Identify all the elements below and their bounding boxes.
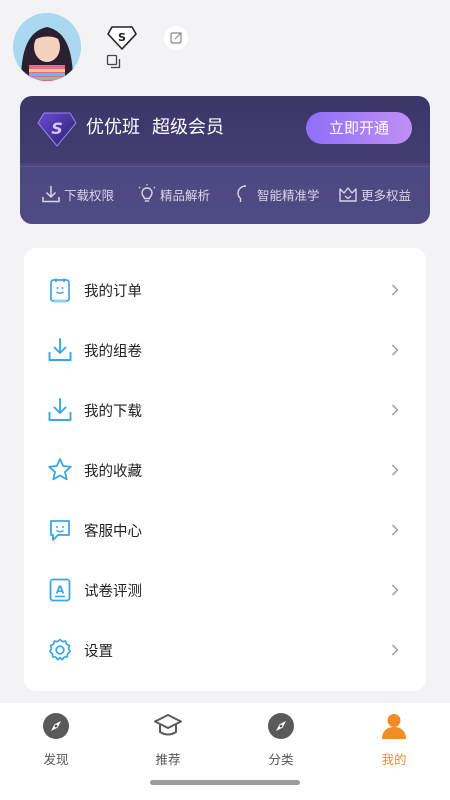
chevron-right-icon <box>392 644 399 656</box>
chevron-right-icon <box>392 524 399 536</box>
lightbulb-icon <box>138 184 156 202</box>
menu-label: 我的下载 <box>84 403 142 420</box>
menu-item-favorites[interactable]: 我的收藏 <box>24 440 426 500</box>
open-vip-button[interactable]: 立即开通 <box>306 112 412 144</box>
chevron-right-icon <box>392 344 399 356</box>
gear-icon <box>49 638 71 661</box>
vip-title: 优优班 超级会员 <box>86 116 224 140</box>
benefit-label: 更多权益 <box>361 187 412 203</box>
benefit-smart-learning[interactable]: 智能精准学 <box>233 180 320 208</box>
head-profile-icon <box>237 185 247 202</box>
order-clipboard-icon <box>50 278 70 303</box>
download-tray-icon <box>48 338 72 361</box>
tab-label: 我的 <box>381 752 407 767</box>
menu-item-exam-review[interactable]: A 试卷评测 <box>24 560 426 620</box>
copy-icon[interactable] <box>106 54 122 70</box>
tab-label: 发现 <box>43 752 69 767</box>
chevron-right-icon <box>392 404 399 416</box>
tab-label: 推荐 <box>155 752 181 767</box>
benefit-more[interactable]: 更多权益 <box>337 180 411 208</box>
tab-recommend[interactable]: 推荐 <box>128 711 208 771</box>
edit-icon[interactable] <box>164 26 188 50</box>
tab-discover[interactable]: 发现 <box>16 711 96 771</box>
home-indicator[interactable] <box>150 780 300 785</box>
menu-label: 我的收藏 <box>84 463 142 480</box>
benefit-download[interactable]: 下载权限 <box>40 180 114 208</box>
menu-label: 设置 <box>84 643 113 660</box>
menu-item-support[interactable]: 客服中心 <box>24 500 426 560</box>
benefit-label: 精品解析 <box>160 187 211 203</box>
benefit-label: 下载权限 <box>64 187 115 203</box>
menu-label: 我的组卷 <box>84 343 142 360</box>
crown-icon <box>339 187 357 202</box>
menu-label: 试卷评测 <box>84 583 142 600</box>
tab-category[interactable]: 分类 <box>241 711 321 771</box>
compass-icon <box>268 713 294 739</box>
tab-mine[interactable]: 我的 <box>354 711 434 771</box>
svg-text:S: S <box>118 31 126 44</box>
chat-bubble-icon <box>50 520 70 541</box>
exam-paper-icon: A <box>49 578 71 602</box>
person-icon <box>382 714 406 739</box>
vip-card[interactable]: S 优优班 超级会员 立即开通 下载权限 精品解析 智能精准学 更多权益 <box>20 96 430 224</box>
vip-divider <box>20 166 430 167</box>
diamond-s-icon: S <box>107 25 137 51</box>
star-icon <box>48 458 72 481</box>
menu-item-downloads[interactable]: 我的下载 <box>24 380 426 440</box>
menu-item-orders[interactable]: 我的订单 <box>24 260 426 320</box>
vip-benefits: 下载权限 精品解析 智能精准学 更多权益 <box>20 180 430 208</box>
chevron-right-icon <box>392 464 399 476</box>
menu-label: 客服中心 <box>84 523 142 540</box>
benefit-analysis[interactable]: 精品解析 <box>136 180 210 208</box>
menu-item-compose[interactable]: 我的组卷 <box>24 320 426 380</box>
vip-badge-icon: S <box>36 110 78 148</box>
vip-brand: 优优班 <box>86 117 140 138</box>
menu-label: 我的订单 <box>84 283 142 300</box>
tab-label: 分类 <box>268 752 294 767</box>
avatar[interactable] <box>13 13 81 81</box>
chevron-right-icon <box>392 584 399 596</box>
vip-name: 超级会员 <box>152 117 224 138</box>
menu-item-settings[interactable]: 设置 <box>24 620 426 680</box>
download-tray-icon <box>48 398 72 421</box>
download-icon <box>42 186 60 203</box>
bottom-nav: 发现 推荐 分类 我的 <box>0 703 450 800</box>
svg-text:A: A <box>56 584 65 597</box>
compass-icon <box>43 713 69 739</box>
menu-card: 我的订单 我的组卷 我的下载 我的收藏 客服中心 A 试卷评测 设置 <box>24 248 426 691</box>
svg-text:S: S <box>51 119 63 138</box>
graduation-cap-icon <box>154 714 182 736</box>
chevron-right-icon <box>392 284 399 296</box>
benefit-label: 智能精准学 <box>257 187 320 203</box>
